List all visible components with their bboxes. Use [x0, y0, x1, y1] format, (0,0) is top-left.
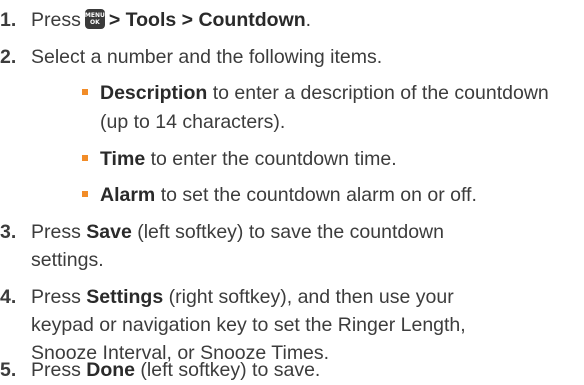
- step-text: Press: [31, 9, 81, 31]
- bullet-square-icon: [82, 190, 88, 197]
- softkey-label: Settings: [86, 286, 164, 308]
- step-3: 3. Press Save (left softkey) to save the …: [0, 218, 444, 247]
- bullet-text-cont: (up to 14 characters).: [100, 111, 286, 133]
- bullet-item-description: Description to enter a description of th…: [82, 79, 549, 108]
- step-text: Press: [31, 359, 87, 381]
- step-4-cont-1: keypad or navigation key to set the Ring…: [31, 311, 466, 340]
- step-4: 4. Press Settings (right softkey), and th…: [0, 283, 454, 312]
- step-5: 5. Press Done (left softkey) to save.: [0, 356, 320, 385]
- step-number: 1.: [0, 9, 17, 31]
- softkey-label: Done: [86, 359, 136, 381]
- bullet-text: to enter the countdown time.: [145, 148, 397, 170]
- bullet-term: Alarm: [100, 184, 156, 206]
- step-2: 2. Select a number and the following item…: [0, 43, 382, 72]
- bullet-text: to set the countdown alarm on or off.: [155, 184, 477, 206]
- bullet-text: to enter a description of the countdown: [207, 82, 549, 104]
- bullet-item-time: Time to enter the countdown time.: [82, 145, 397, 174]
- step-3-cont: settings.: [31, 246, 104, 275]
- step-text: Press: [31, 286, 87, 308]
- step-number: 4.: [0, 286, 17, 308]
- menu-ok-key-icon: MENU OK: [84, 8, 105, 29]
- step-text: Select a number and the following items.: [31, 46, 383, 68]
- instructions-page: 1. Press MENU OK > Tools > Countdown. 2. Sele…: [0, 0, 584, 385]
- bullet-term: Time: [100, 148, 146, 170]
- step-number: 2.: [0, 46, 17, 68]
- step-text-cont: keypad or navigation key to set the Ring…: [31, 314, 466, 336]
- bullet-term: Description: [100, 82, 208, 104]
- step-number: 5.: [0, 359, 17, 381]
- step-number: 3.: [0, 221, 17, 243]
- step-1: 1. Press MENU OK > Tools > Countdown.: [0, 6, 311, 35]
- menu-path: > Tools > Countdown: [108, 9, 306, 31]
- bullet-item-description-cont: (up to 14 characters).: [100, 108, 285, 137]
- bullet-square-icon: [82, 154, 88, 161]
- step-text: (left softkey) to save the countdown: [131, 221, 444, 243]
- step-text: (right softkey), and then use your: [163, 286, 454, 308]
- step-text: Press: [31, 221, 87, 243]
- bullet-square-icon: [82, 88, 88, 95]
- step-text: (left softkey) to save.: [135, 359, 321, 381]
- bullet-item-alarm: Alarm to set the countdown alarm on or o…: [82, 181, 477, 210]
- step-text-cont: settings.: [31, 249, 104, 271]
- softkey-label: Save: [86, 221, 132, 243]
- step-text-end: .: [305, 9, 312, 31]
